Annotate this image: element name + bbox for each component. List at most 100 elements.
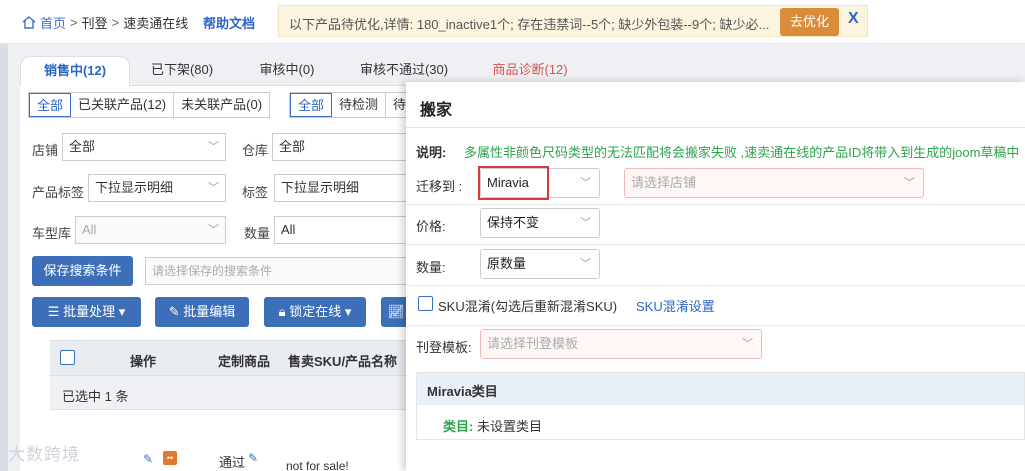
link-filter-group: 全部 已关联产品(12) 未关联产品(0) [28, 92, 271, 118]
quantity-select[interactable]: All [274, 216, 412, 244]
product-tag-value: 下拉显示明细 [95, 180, 174, 195]
product-tag-label: 产品标签 [32, 185, 85, 200]
product-tag-select[interactable]: 下拉显示明细 ﹀ [88, 174, 226, 202]
optimize-button[interactable]: 去优化 [780, 8, 839, 36]
category-row: 类目: 未设置类目 [443, 416, 542, 435]
store-select[interactable]: 请选择店铺 ﹀ [624, 168, 924, 198]
breadcrumb-separator: > [111, 15, 120, 30]
chevron-down-icon: ﹀ [580, 217, 591, 229]
select-all-checkbox[interactable] [60, 350, 75, 365]
tag-select[interactable]: 下拉显示明细 [274, 174, 412, 202]
header-actions: 操作 [130, 354, 157, 369]
category-value: 未设置类目 [476, 419, 542, 434]
close-notice-button[interactable]: X [848, 10, 859, 28]
filter-unlinked[interactable]: 未关联产品(0) [174, 93, 269, 117]
table-header: 操作 定制商品 售卖SKU/产品名称 [50, 340, 410, 376]
top-bar: 首页 > 刊登 > 速卖通在线 帮助文档 以下产品待优化,详情: 180_ina… [0, 0, 1025, 44]
help-docs-link[interactable]: 帮助文档 [203, 13, 255, 32]
sku-obfuscate-label: SKU混淆(勾选后重新混淆SKU) [438, 299, 618, 314]
selected-count-row: 已选中 1 条 [50, 376, 410, 410]
check-filter-group: 全部 待检测 待 [289, 92, 415, 118]
car-model-select[interactable]: All ﹀ [75, 216, 226, 244]
chevron-down-icon: ﹀ [208, 141, 219, 153]
breadcrumb-level1[interactable]: 刊登 [82, 13, 108, 32]
quantity-select[interactable]: 原数量 ﹀ [480, 249, 600, 279]
tab-under-review[interactable]: 审核中(0) [242, 56, 332, 86]
dialog-title: 搬家 [420, 102, 453, 119]
action-icon[interactable]: •• [163, 451, 177, 465]
row-divider [406, 204, 1025, 205]
note-label: 说明: [416, 145, 447, 160]
edit-icon[interactable]: ✎ [143, 452, 153, 466]
breadcrumb-current: 速卖通在线 [123, 16, 189, 31]
status-pass-text: 通过 [219, 455, 246, 470]
move-to-label: 迁移到 : [416, 179, 463, 194]
batch-process-label: 批量处理 [63, 304, 116, 319]
car-model-label: 车型库 [32, 226, 72, 241]
edit-icon[interactable]: ✎ [248, 451, 258, 465]
tag-select-value: 下拉显示明细 [281, 180, 360, 195]
tag-label: 标签 [242, 185, 269, 200]
header-custom-product: 定制商品 [218, 354, 271, 369]
filter-all[interactable]: 全部 [29, 93, 72, 117]
store-select-placeholder: 请选择店铺 [631, 175, 697, 190]
check-filter-all[interactable]: 全部 [290, 93, 333, 117]
row-divider [406, 285, 1025, 286]
breadcrumb: 首页 > 刊登 > 速卖通在线 [22, 13, 188, 32]
tab-delisted[interactable]: 已下架(80) [132, 56, 232, 86]
tab-on-sale[interactable]: 销售中(12) [20, 56, 130, 86]
quantity-select-value: 原数量 [487, 256, 527, 271]
dialog-divider [406, 127, 1025, 128]
row-divider [406, 244, 1025, 245]
filter-linked[interactable]: 已关联产品(12) [71, 93, 175, 117]
left-sidebar-strip [0, 44, 8, 471]
saved-search-select[interactable]: 请选择保存的搜索条件 [145, 257, 412, 285]
category-title: Miravia类目 [417, 373, 1024, 405]
price-label: 价格: [416, 219, 446, 234]
move-dialog: 搬家 说明: 多属性非颜色尺码类型的无法匹配将会搬家失败 ,速卖通在线的产品ID… [406, 82, 1025, 471]
sku-obfuscate-settings-link[interactable]: SKU混淆设置 [636, 296, 715, 315]
batch-edit-label: 批量编辑 [183, 304, 236, 319]
header-sku-name: 售卖SKU/产品名称 [288, 354, 398, 369]
chevron-down-icon: ﹀ [208, 182, 219, 194]
lock-online-label: 锁定在线 [289, 304, 342, 319]
price-select[interactable]: 保持不变 ﹀ [480, 208, 600, 238]
chevron-down-icon: ﹀ [742, 338, 753, 350]
template-select[interactable]: 请选择刊登模板 ﹀ [480, 329, 762, 359]
sku-obfuscate-checkbox[interactable] [418, 296, 433, 311]
warehouse-select-value: 全部 [279, 139, 306, 154]
category-section: Miravia类目 类目: 未设置类目 [416, 372, 1025, 440]
lock-online-button[interactable]: 🔒︎ 锁定在线 ▾ [264, 297, 366, 327]
chevron-down-icon: ﹀ [580, 258, 591, 270]
warehouse-select[interactable]: 全部 [272, 133, 412, 161]
check-filter-pending[interactable]: 待检测 [332, 93, 387, 117]
status-tabs: 销售中(12) 已下架(80) 审核中(0) 审核不通过(30) 商品诊断(12… [20, 52, 1025, 86]
selected-count-text: 已选中 1 条 [62, 389, 129, 404]
store-select-value: 全部 [69, 139, 96, 154]
template-select-placeholder: 请选择刊登模板 [487, 336, 579, 351]
template-label: 刊登模板: [416, 340, 472, 355]
home-icon [22, 16, 36, 29]
car-model-value: All [82, 222, 97, 237]
quantity-label: 数量 [244, 226, 271, 241]
quantity-select-value: All [281, 222, 296, 237]
not-for-sale-text: not for sale! [286, 459, 349, 471]
highlight-box [478, 166, 549, 200]
chevron-down-icon: ﹀ [580, 177, 591, 189]
quantity-label: 数量: [416, 260, 446, 275]
chevron-down-icon: ﹀ [904, 177, 915, 189]
note-text: 多属性非颜色尺码类型的无法匹配将会搬家失败 ,速卖通在线的产品ID将带入到生成的… [464, 145, 1020, 160]
category-key: 类目: [443, 419, 474, 434]
row-divider [406, 325, 1025, 326]
store-label: 店铺 [32, 143, 59, 158]
save-search-button[interactable]: 保存搜索条件 [32, 256, 133, 286]
warehouse-label: 仓库 [242, 143, 269, 158]
batch-edit-button[interactable]: ✎ 批量编辑 [155, 297, 249, 327]
brand-watermark: 大数跨境 [8, 445, 80, 464]
breadcrumb-home-link[interactable]: 首页 [40, 13, 66, 32]
breadcrumb-separator: > [70, 15, 78, 30]
price-select-value: 保持不变 [487, 215, 540, 230]
batch-process-button[interactable]: ☰ 批量处理 ▾ [32, 297, 141, 327]
store-select[interactable]: 全部 ﹀ [62, 133, 226, 161]
chevron-down-icon: ﹀ [208, 224, 219, 236]
